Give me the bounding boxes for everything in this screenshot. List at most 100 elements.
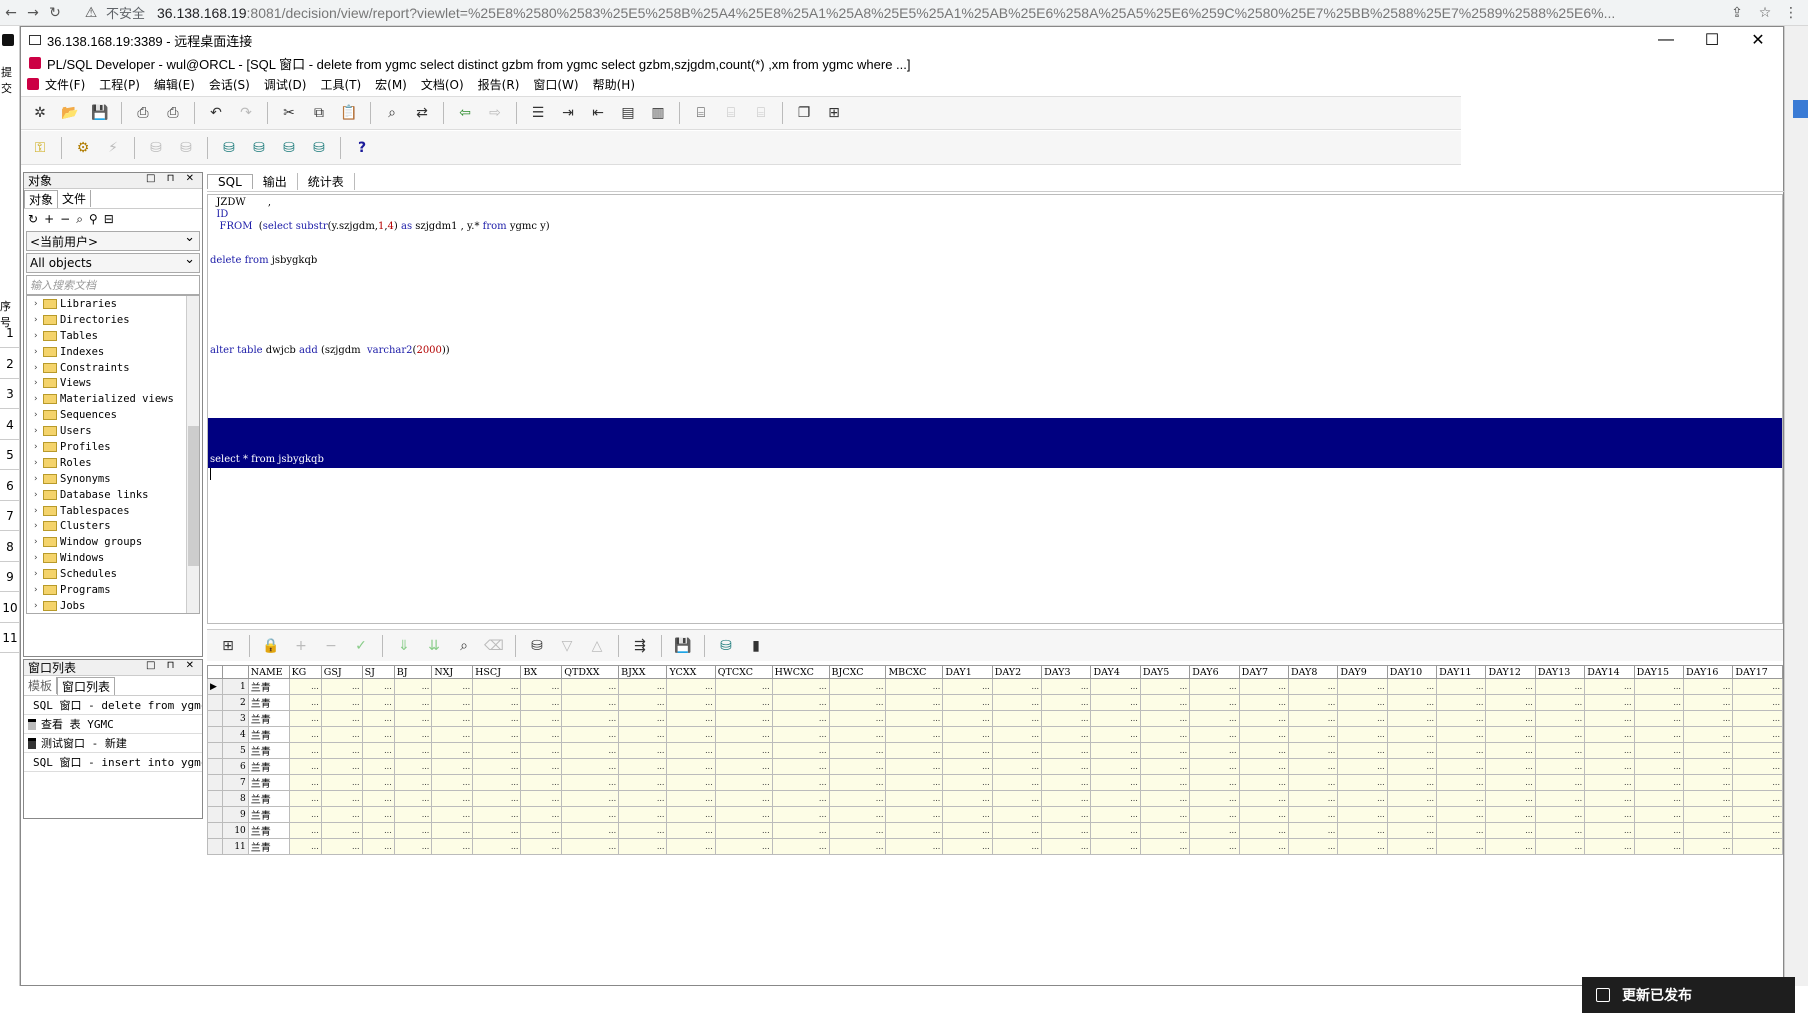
ellipsis-cell[interactable]: ... — [618, 790, 668, 807]
ellipsis-cell[interactable]: ... — [1633, 678, 1684, 695]
menu-tools[interactable]: 工具(T) — [320, 76, 361, 93]
ellipsis-cell[interactable]: ... — [1041, 694, 1092, 711]
ellipsis-cell[interactable]: ... — [1436, 678, 1487, 695]
ellipsis-cell[interactable]: ... — [942, 678, 993, 695]
ellipsis-cell[interactable]: ... — [1287, 774, 1339, 791]
ellipsis-cell[interactable]: ... — [1090, 774, 1141, 791]
ellipsis-cell[interactable]: ... — [1732, 822, 1783, 839]
ellipsis-cell[interactable]: ... — [618, 806, 668, 823]
ellipsis-cell[interactable]: ... — [942, 694, 993, 711]
ellipsis-cell[interactable]: ... — [1386, 726, 1438, 743]
ellipsis-cell[interactable]: ... — [771, 838, 830, 855]
ellipsis-cell[interactable]: ... — [1436, 838, 1487, 855]
name-cell[interactable]: 兰青 — [247, 790, 290, 807]
ellipsis-cell[interactable]: ... — [288, 838, 322, 855]
ellipsis-cell[interactable]: ... — [714, 726, 773, 743]
ellipsis-cell[interactable]: ... — [1189, 726, 1240, 743]
ellipsis-cell[interactable]: ... — [1041, 710, 1092, 727]
expand-arrow-icon[interactable]: › — [33, 410, 43, 420]
tree-node[interactable]: › Database links — [27, 487, 199, 503]
ellipsis-cell[interactable]: ... — [1485, 838, 1536, 855]
ellipsis-cell[interactable]: ... — [666, 710, 716, 727]
ellipsis-cell[interactable]: ... — [1287, 726, 1339, 743]
name-cell[interactable]: 兰青 — [247, 806, 290, 823]
ellipsis-cell[interactable]: ... — [1485, 806, 1536, 823]
ellipsis-cell[interactable]: ... — [942, 790, 993, 807]
ellipsis-cell[interactable]: ... — [666, 678, 716, 695]
object-search-input[interactable]: 输入搜索文档 — [26, 275, 200, 295]
replace-icon[interactable]: ⇄ — [411, 102, 433, 124]
grid-view-icon[interactable]: ⊞ — [217, 635, 239, 657]
ellipsis-cell[interactable]: ... — [431, 694, 474, 711]
tree-node[interactable]: › Synonyms — [27, 471, 199, 487]
ellipsis-cell[interactable]: ... — [393, 822, 433, 839]
ellipsis-cell[interactable]: ... — [472, 726, 522, 743]
clear-icon[interactable]: ⌫ — [483, 635, 505, 657]
tree-node[interactable]: › Tablespaces — [27, 503, 199, 519]
ellipsis-cell[interactable]: ... — [1386, 790, 1438, 807]
column-header[interactable]: DAY5 — [1139, 665, 1191, 679]
ellipsis-cell[interactable]: ... — [1633, 806, 1684, 823]
ellipsis-cell[interactable]: ... — [771, 742, 830, 759]
ellipsis-cell[interactable]: ... — [1189, 822, 1240, 839]
fetch-last-icon[interactable]: ⇊ — [423, 635, 445, 657]
name-cell[interactable]: 兰青 — [247, 726, 290, 743]
ellipsis-cell[interactable]: ... — [361, 790, 395, 807]
ellipsis-cell[interactable]: ... — [1139, 790, 1191, 807]
ellipsis-cell[interactable]: ... — [1041, 806, 1092, 823]
ellipsis-cell[interactable]: ... — [1337, 694, 1388, 711]
db-icon-1[interactable]: ⛁ — [218, 137, 240, 159]
window-item[interactable]: SQL 窗口 - insert into ygmc — [24, 753, 202, 772]
ellipsis-cell[interactable]: ... — [1287, 694, 1339, 711]
lock-icon[interactable]: 🔒 — [260, 635, 282, 657]
tree-node[interactable]: › Roles — [27, 455, 199, 471]
ellipsis-cell[interactable]: ... — [942, 838, 993, 855]
find-object-icon[interactable]: ⌕ — [76, 212, 83, 227]
ellipsis-cell[interactable]: ... — [1139, 726, 1191, 743]
ellipsis-cell[interactable]: ... — [618, 710, 668, 727]
column-header[interactable]: DAY15 — [1633, 665, 1684, 679]
ellipsis-cell[interactable]: ... — [288, 806, 322, 823]
back-icon[interactable]: ← — [0, 2, 22, 24]
column-header[interactable]: HSCJ — [472, 665, 522, 679]
ellipsis-cell[interactable]: ... — [1238, 790, 1289, 807]
column-header[interactable]: MBCXC — [885, 665, 944, 679]
add-icon[interactable]: + — [44, 212, 54, 226]
connect-icon[interactable]: ⇶ — [629, 635, 651, 657]
ellipsis-cell[interactable]: ... — [618, 694, 668, 711]
ellipsis-cell[interactable]: ... — [1139, 806, 1191, 823]
ellipsis-cell[interactable]: ... — [991, 838, 1043, 855]
expand-arrow-icon[interactable]: › — [33, 553, 43, 563]
column-header[interactable]: DAY16 — [1682, 665, 1734, 679]
ellipsis-cell[interactable]: ... — [1682, 678, 1734, 695]
copy-icon[interactable]: ⧉ — [308, 102, 330, 124]
ellipsis-cell[interactable]: ... — [885, 774, 944, 791]
menu-macro[interactable]: 宏(M) — [375, 76, 407, 93]
column-header[interactable]: HWCXC — [771, 665, 830, 679]
ellipsis-cell[interactable]: ... — [1485, 710, 1536, 727]
name-cell[interactable]: 兰青 — [247, 758, 290, 775]
ellipsis-cell[interactable]: ... — [1534, 806, 1586, 823]
ellipsis-cell[interactable]: ... — [393, 678, 433, 695]
ellipsis-cell[interactable]: ... — [288, 790, 322, 807]
tree-node[interactable]: › Users — [27, 423, 199, 439]
format-icon[interactable]: ☰ — [527, 102, 549, 124]
post-record-icon[interactable]: ✓ — [350, 635, 372, 657]
expand-arrow-icon[interactable]: › — [33, 537, 43, 547]
ellipsis-cell[interactable]: ... — [1485, 790, 1536, 807]
ellipsis-cell[interactable]: ... — [942, 774, 993, 791]
ellipsis-cell[interactable]: ... — [1436, 774, 1487, 791]
forward-icon[interactable]: → — [22, 2, 44, 24]
query-by-example-icon[interactable]: ⛁ — [526, 635, 548, 657]
ellipsis-cell[interactable]: ... — [1090, 694, 1141, 711]
ellipsis-cell[interactable]: ... — [1139, 758, 1191, 775]
column-header[interactable]: DAY2 — [991, 665, 1043, 679]
ellipsis-cell[interactable]: ... — [618, 838, 668, 855]
ellipsis-cell[interactable]: ... — [393, 838, 433, 855]
ellipsis-cell[interactable]: ... — [1238, 710, 1289, 727]
ellipsis-cell[interactable]: ... — [1386, 742, 1438, 759]
ellipsis-cell[interactable]: ... — [1534, 742, 1586, 759]
ellipsis-cell[interactable]: ... — [666, 694, 716, 711]
undo-icon[interactable]: ↶ — [205, 102, 227, 124]
ellipsis-cell[interactable]: ... — [991, 758, 1043, 775]
